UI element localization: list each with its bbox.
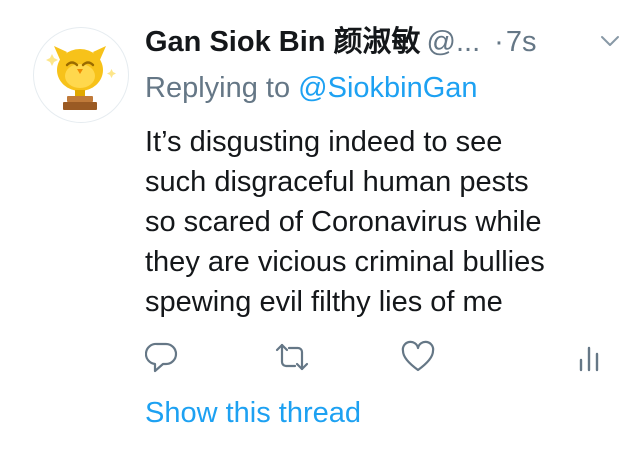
show-thread-link[interactable]: Show this thread — [145, 393, 361, 433]
author-handle[interactable]: @... — [427, 26, 481, 58]
reply-icon[interactable] — [145, 340, 179, 374]
like-icon[interactable] — [400, 340, 436, 374]
replying-prefix: Replying to — [145, 72, 299, 104]
tweet[interactable]: Gan Siok Bin 颜淑敏 @... ·7s Replying to @Sio… — [0, 0, 640, 454]
tweet-text-line: It’s disgusting indeed to see — [145, 126, 503, 158]
avatar[interactable] — [33, 27, 129, 123]
tweet-text: It’s disgusting indeed to see such disgr… — [145, 122, 615, 322]
replying-mention-link[interactable]: @SiokbinGan — [298, 72, 477, 104]
separator-dot: · — [494, 26, 504, 58]
owl-trophy-icon — [46, 46, 116, 110]
tweet-text-line: they are vicious criminal bullies — [145, 246, 545, 278]
tweet-text-line: so scared of Coronavirus while — [145, 206, 542, 238]
timestamp[interactable]: 7s — [506, 26, 537, 58]
tweet-actions — [145, 340, 605, 380]
tweet-text-line: spewing evil filthy lies of me — [145, 286, 503, 318]
chevron-down-icon[interactable] — [600, 34, 620, 48]
analytics-icon[interactable] — [577, 340, 601, 374]
retweet-icon[interactable] — [273, 340, 311, 374]
author-name[interactable]: Gan Siok Bin 颜淑敏 — [145, 26, 421, 58]
tweet-text-line: such disgraceful human pests — [145, 166, 529, 198]
replying-to: Replying to @SiokbinGan — [145, 68, 478, 108]
tweet-header: Gan Siok Bin 颜淑敏 @... ·7s — [145, 20, 620, 64]
